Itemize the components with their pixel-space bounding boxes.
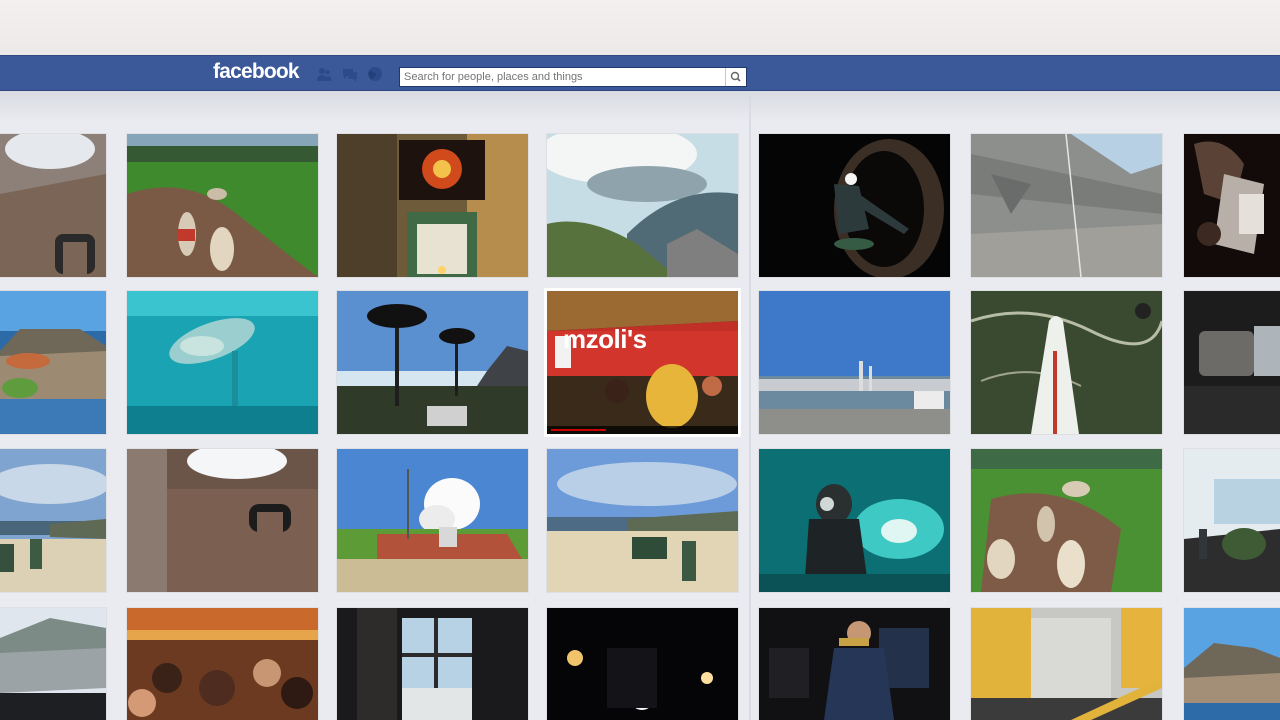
photo-dark-workshop[interactable]: [1184, 134, 1280, 277]
photo-image: [0, 449, 106, 592]
photo-image: [759, 134, 950, 277]
photo-table-mountain-aerial[interactable]: [0, 291, 106, 434]
photo-window-restaurant[interactable]: [337, 608, 528, 720]
facebook-bluebar: facebook: [0, 55, 1280, 91]
photo-image: [127, 291, 318, 434]
photo-waterfront-harbour[interactable]: [759, 291, 950, 434]
photo-train-door[interactable]: [971, 608, 1162, 720]
photo-skylight-corridor[interactable]: [0, 134, 106, 277]
video-progress-bar[interactable]: [551, 429, 606, 431]
photo-image: [971, 449, 1162, 592]
photo-image: [0, 134, 106, 277]
photo-image: [337, 449, 528, 592]
photo-image: [1184, 608, 1280, 720]
photo-penguins-lawn[interactable]: [971, 449, 1162, 592]
photo-tunnel-diver-silhouette[interactable]: [759, 134, 950, 277]
photo-image: [127, 449, 318, 592]
photo-aquarium-ray[interactable]: [127, 291, 318, 434]
photo-restaurant-terrace[interactable]: [1184, 449, 1280, 592]
photo-image: [0, 291, 106, 434]
photo-image: [759, 291, 950, 434]
photo-skylight-room[interactable]: [127, 449, 318, 592]
photo-image: [1184, 449, 1280, 592]
search-box: [399, 67, 747, 87]
photo-image: [337, 134, 528, 277]
photo-image: [547, 449, 738, 592]
photo-image: [971, 291, 1162, 434]
video-mzolis-restaurant[interactable]: mzoli's: [544, 288, 741, 437]
photo-mountain-view-sky[interactable]: [547, 134, 738, 277]
photo-image: [127, 134, 318, 277]
search-input[interactable]: [400, 68, 724, 86]
photo-image: [1184, 134, 1280, 277]
video-thumbnail: [547, 291, 738, 434]
photo-car-road-mountain[interactable]: [0, 608, 106, 720]
photo-beach-sign-cloudy[interactable]: [0, 449, 106, 592]
photo-painting-doorway[interactable]: [337, 134, 528, 277]
notifications-globe-icon[interactable]: [367, 66, 383, 82]
photo-crowded-party-tent[interactable]: [127, 608, 318, 720]
photo-image: [971, 134, 1162, 277]
photo-cannon-smoke[interactable]: [337, 449, 528, 592]
magnifier-icon: [730, 71, 741, 82]
video-caption: mzoli's: [563, 324, 647, 354]
photo-beach-sign-blue-sky[interactable]: [547, 449, 738, 592]
search-button[interactable]: [725, 68, 746, 86]
browser-top-band: [0, 0, 1280, 55]
photo-image: [547, 608, 738, 720]
photo-surfboard-water[interactable]: [971, 291, 1162, 434]
content-top-shadow: [0, 91, 1280, 121]
video-controls[interactable]: [547, 426, 738, 434]
photo-trumpet-player[interactable]: [759, 608, 950, 720]
photo-image: [759, 449, 950, 592]
photo-car-interior[interactable]: [1184, 291, 1280, 434]
photo-coast-aerial[interactable]: [1184, 608, 1280, 720]
photo-meerkat-lawn[interactable]: [127, 134, 318, 277]
photo-image: [0, 608, 106, 720]
photo-image: [127, 608, 318, 720]
photo-rock-climbing-wall[interactable]: [971, 134, 1162, 277]
photo-image: [759, 608, 950, 720]
photo-image: [337, 608, 528, 720]
photo-image: [547, 134, 738, 277]
facebook-logo[interactable]: facebook: [213, 60, 300, 84]
photo-night-street-lights[interactable]: [547, 608, 738, 720]
photo-image: [337, 291, 528, 434]
column-divider: [749, 91, 751, 720]
photo-palm-trees-beach[interactable]: [337, 291, 528, 434]
friend-requests-icon[interactable]: [316, 66, 332, 82]
photo-underwater-diver[interactable]: [759, 449, 950, 592]
photo-image: [1184, 291, 1280, 434]
messages-icon[interactable]: [342, 66, 358, 82]
photo-image: [971, 608, 1162, 720]
